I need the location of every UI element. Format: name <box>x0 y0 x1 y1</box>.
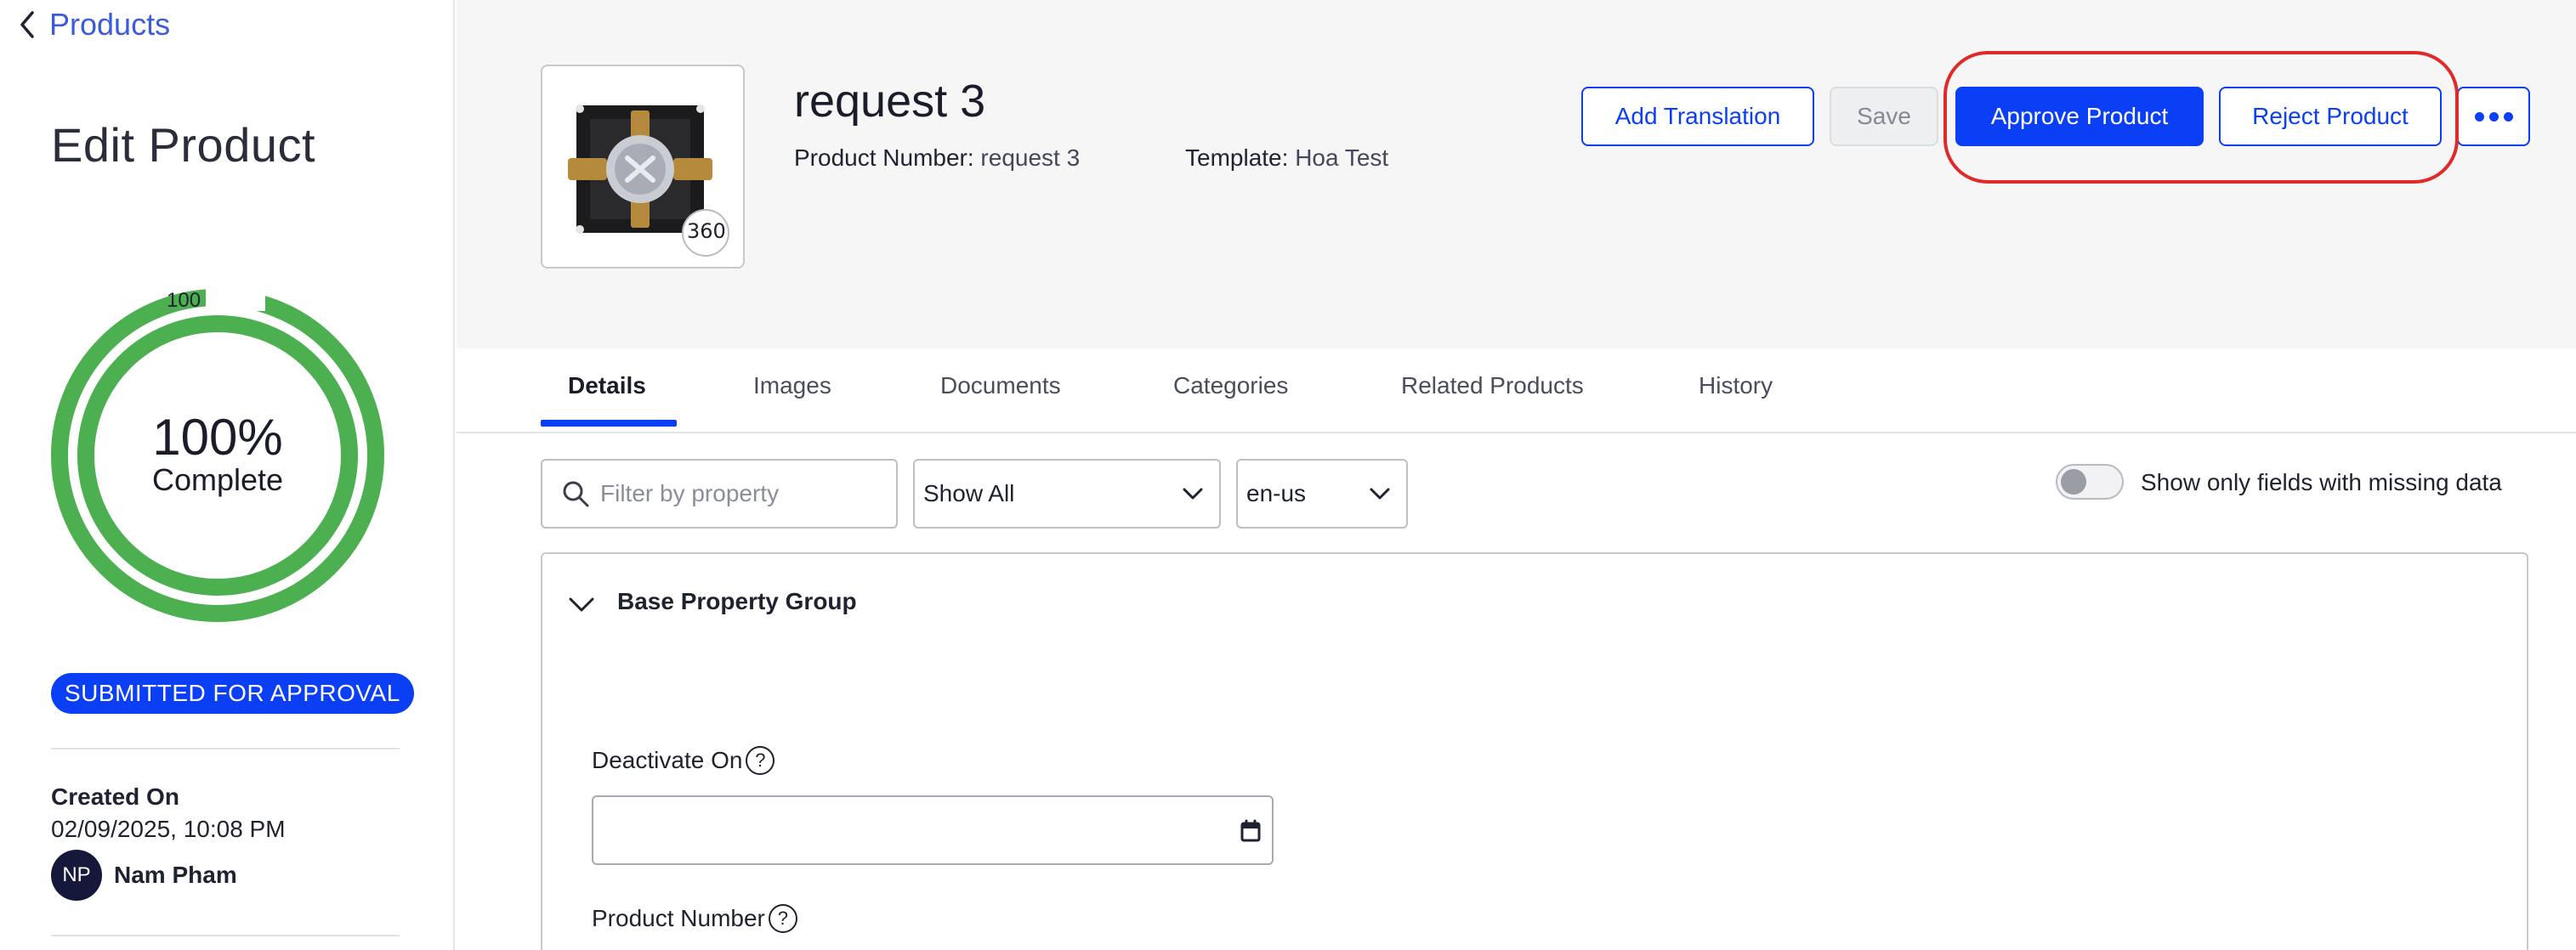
back-to-products-link[interactable]: Products <box>17 7 170 42</box>
donut-tick-label: 100 <box>167 289 201 312</box>
created-by-user: NP Nam Pham <box>51 850 237 901</box>
chevron-down-icon <box>1370 488 1390 500</box>
toggle-knob <box>2061 469 2086 495</box>
tab-images[interactable]: Images <box>753 372 831 399</box>
deactivate-on-label: Deactivate On <box>592 747 743 773</box>
deactivate-on-date-input[interactable] <box>592 795 1274 865</box>
tab-history[interactable]: History <box>1699 372 1773 399</box>
product-title: request 3 <box>794 76 986 127</box>
locale-select[interactable]: en-us <box>1236 459 1408 529</box>
status-badge: SUBMITTED FOR APPROVAL <box>51 673 414 714</box>
completion-label: Complete <box>151 462 284 497</box>
tab-categories[interactable]: Categories <box>1173 372 1288 399</box>
tab-details[interactable]: Details <box>568 372 646 399</box>
help-icon[interactable]: ? <box>746 746 775 775</box>
locale-value: en-us <box>1246 480 1307 506</box>
product-number-meta: Product Number: request 3 <box>794 144 1080 172</box>
back-link-label: Products <box>49 7 171 42</box>
template-label: Template: <box>1185 144 1289 171</box>
product-number-field-label: Product Number ? <box>592 904 797 933</box>
save-button[interactable]: Save <box>1830 87 1938 146</box>
template-meta: Template: Hoa Test <box>1185 144 1388 172</box>
show-filter-value: Show All <box>923 480 1015 506</box>
property-filter-input[interactable] <box>600 480 889 507</box>
user-name: Nam Pham <box>114 862 237 888</box>
chevron-left-icon <box>20 11 34 38</box>
sidebar-divider <box>51 935 400 936</box>
property-filter[interactable] <box>541 459 898 529</box>
completion-percent: 100% <box>152 409 283 466</box>
created-on-label: Created On <box>51 783 179 810</box>
highlight-annotation <box>1943 51 2459 184</box>
product-number-label: Product Number: <box>794 144 974 171</box>
active-tab-indicator <box>541 420 677 427</box>
tab-documents[interactable]: Documents <box>940 372 1061 399</box>
calendar-icon[interactable] <box>1240 819 1262 843</box>
product-number-field-label-text: Product Number <box>592 905 765 931</box>
chevron-down-icon <box>1183 488 1203 500</box>
more-actions-button[interactable] <box>2457 87 2530 146</box>
sidebar-divider <box>51 748 400 749</box>
missing-data-toggle-label: Show only fields with missing data <box>2141 469 2502 495</box>
created-on-date: 02/09/2025, 10:08 PM <box>51 816 286 842</box>
add-translation-button[interactable]: Add Translation <box>1581 87 1814 146</box>
template-value: Hoa Test <box>1295 144 1389 171</box>
missing-data-toggle[interactable] <box>2056 464 2124 500</box>
property-group-title: Base Property Group <box>617 588 857 614</box>
sidebar: Products Edit Product 100 100% Complete … <box>0 0 455 950</box>
deactivate-on-field-label: Deactivate On ? <box>592 746 775 775</box>
property-group-header[interactable]: Base Property Group <box>568 588 857 615</box>
360-view-badge[interactable]: 360 <box>687 219 726 243</box>
chevron-down-icon <box>569 597 594 612</box>
donut-tick-gap <box>206 286 265 311</box>
more-horizontal-icon <box>2474 111 2513 122</box>
product-thumbnail[interactable]: 360 <box>541 65 745 269</box>
page-title: Edit Product <box>51 118 316 172</box>
product-number-value: request 3 <box>980 144 1081 171</box>
help-icon[interactable]: ? <box>768 904 797 933</box>
show-filter-select[interactable]: Show All <box>913 459 1221 529</box>
avatar: NP <box>51 850 102 901</box>
search-icon <box>563 481 589 507</box>
tab-related-products[interactable]: Related Products <box>1401 372 1584 399</box>
